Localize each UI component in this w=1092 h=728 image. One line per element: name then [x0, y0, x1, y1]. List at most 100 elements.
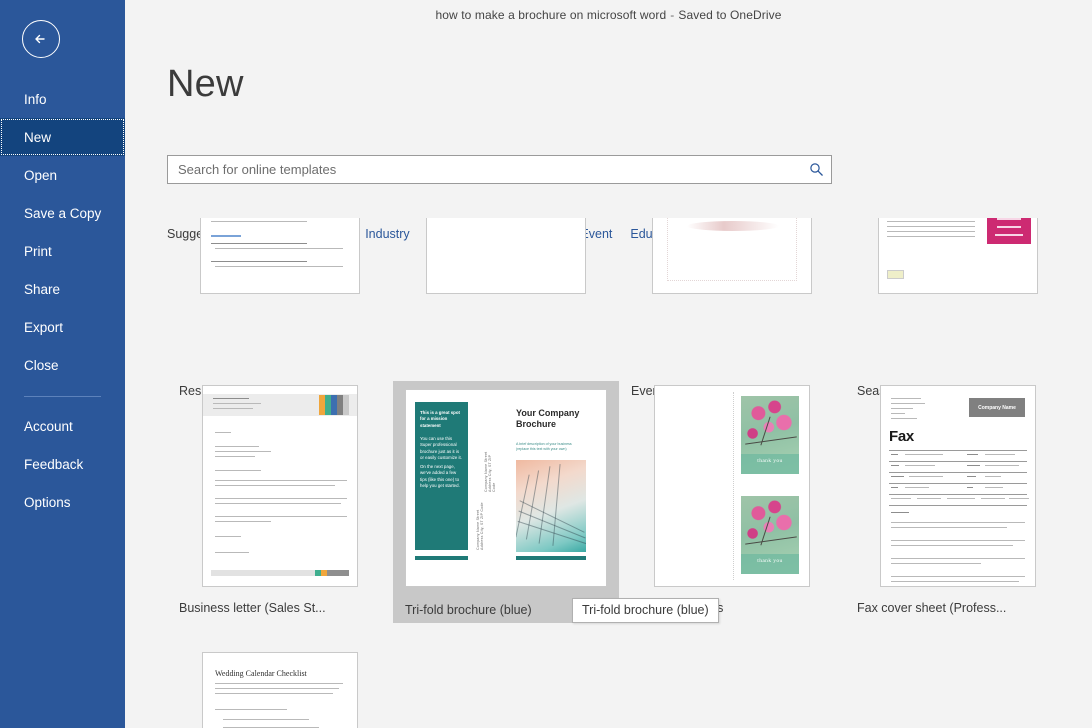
template-thumbnail	[652, 218, 812, 294]
sidebar-item-save-a-copy[interactable]: Save a Copy	[0, 194, 125, 232]
back-button[interactable]	[22, 20, 60, 58]
sidebar-item-print[interactable]: Print	[0, 232, 125, 270]
template-tile-seasonal-event-flyer[interactable]: TITLE HERE Event Description Heading	[845, 218, 1071, 402]
search-box	[167, 155, 832, 184]
sidebar-item-label: Close	[24, 358, 59, 373]
brochure-title: Your Company Brochure	[516, 408, 586, 429]
thumbnail-wrap	[401, 218, 611, 376]
template-cell: Wedding Calendar Checklist	[167, 648, 393, 728]
sidebar-item-new[interactable]: New	[0, 118, 125, 156]
search-row	[167, 155, 832, 184]
title-bar: how to make a brochure on microsoft word…	[125, 0, 1092, 30]
letterhead-color-bars	[319, 395, 349, 415]
sidebar-item-share[interactable]: Share	[0, 270, 125, 308]
sidebar-item-label: Export	[24, 320, 63, 335]
sidebar-item-account[interactable]: Account	[0, 407, 125, 445]
brochure-mission-text: This is a great spot for a mission state…	[420, 410, 464, 429]
save-status: Saved to OneDrive	[678, 8, 781, 22]
template-cell: Event menu (Simple de...	[619, 218, 845, 402]
template-tile-resume-color[interactable]: Resume (color)	[167, 218, 393, 402]
template-tile-cover-letter-blue[interactable]: Cover letter (blue)	[393, 218, 619, 402]
template-cell: This is a great spot for a mission state…	[393, 381, 619, 623]
fax-heading: Fax	[889, 428, 914, 445]
title-separator: -	[666, 8, 678, 22]
template-thumbnail: Wedding Calendar Checklist	[202, 652, 358, 728]
sidebar-item-label: Info	[24, 92, 47, 107]
back-arrow-icon	[31, 29, 51, 49]
new-pane: New Suggested searches: Business Industr…	[125, 30, 1092, 728]
template-row: Wedding Calendar Checklist	[167, 648, 1092, 728]
title-bar-text: how to make a brochure on microsoft word…	[436, 8, 782, 22]
brochure-photo	[516, 460, 586, 552]
template-gallery[interactable]: Resume (color) Cover letter (blue)	[167, 218, 1092, 728]
sidebar-item-feedback[interactable]: Feedback	[0, 445, 125, 483]
template-tooltip: Tri-fold brochure (blue)	[572, 598, 719, 623]
template-cell: thank you thank you	[619, 381, 845, 623]
template-row: Business letter (Sales St... This is a g…	[167, 381, 1092, 623]
brochure-photo-accent-bar	[516, 556, 586, 560]
sidebar-item-label: New	[24, 130, 51, 145]
template-thumbnail	[202, 385, 358, 587]
template-thumbnail: thank you thank you	[654, 385, 810, 587]
thank-you-caption: thank you	[741, 558, 799, 564]
brochure-body-text-2: On the next page, we've added a few tips…	[420, 464, 464, 490]
brochure-subtitle: A brief description of your business (re…	[516, 442, 584, 453]
template-thumbnail	[200, 218, 360, 294]
template-cell: Resume (color)	[167, 218, 393, 402]
thumbnail-wrap: TITLE HERE Event Description Heading	[853, 218, 1063, 376]
thumbnail-wrap: This is a great spot for a mission state…	[401, 385, 611, 593]
thumbnail-wrap	[175, 218, 385, 376]
thank-you-band: thank you	[741, 454, 799, 474]
backstage-menu: Info New Open Save a Copy Print Share Ex…	[0, 80, 125, 521]
search-icon	[809, 162, 824, 177]
backstage-sidebar: Info New Open Save a Copy Print Share Ex…	[0, 0, 125, 728]
thumbnail-wrap: thank you thank you	[627, 385, 837, 593]
sidebar-item-label: Open	[24, 168, 57, 183]
template-thumbnail: This is a great spot for a mission state…	[405, 389, 607, 587]
template-tile-event-menu[interactable]: Event menu (Simple de...	[619, 218, 845, 402]
brochure-body-text-1: You can use this Super professional broc…	[420, 436, 464, 462]
search-input[interactable]	[168, 156, 801, 183]
brochure-left-accent-bar	[415, 556, 468, 560]
template-tile-wedding-calendar-checklist[interactable]: Wedding Calendar Checklist	[167, 648, 393, 728]
thumbnail-wrap	[175, 385, 385, 593]
template-thumbnail: TITLE HERE Event Description Heading	[878, 218, 1038, 294]
thumbnail-wrap	[627, 218, 837, 376]
document-title: how to make a brochure on microsoft word	[436, 8, 667, 22]
brochure-vertical-text-1: Company Name Street Address City, ST ZIP…	[484, 446, 496, 492]
template-tile-business-letter[interactable]: Business letter (Sales St...	[167, 381, 393, 619]
sidebar-item-open[interactable]: Open	[0, 156, 125, 194]
fax-company-logo: Company Name	[969, 398, 1025, 417]
sidebar-item-info[interactable]: Info	[0, 80, 125, 118]
template-cell: Business letter (Sales St...	[167, 381, 393, 623]
page-title: New	[167, 63, 244, 106]
template-row: Resume (color) Cover letter (blue)	[167, 218, 1092, 402]
brochure-left-panel: This is a great spot for a mission state…	[415, 402, 468, 550]
template-thumbnail: Company Name Fax	[880, 385, 1036, 587]
template-cell: Company Name Fax	[845, 381, 1071, 623]
wedding-checklist-title: Wedding Calendar Checklist	[215, 669, 307, 678]
template-label-bar: Fax cover sheet (Profess...	[849, 593, 1067, 615]
template-thumbnail	[426, 218, 586, 294]
thank-you-card-bottom: thank you	[741, 496, 799, 574]
template-label: Fax cover sheet (Profess...	[849, 593, 1008, 615]
search-button[interactable]	[801, 156, 831, 183]
sidebar-item-label: Feedback	[24, 457, 83, 472]
sidebar-item-label: Options	[24, 495, 71, 510]
template-tile-tri-fold-brochure-blue[interactable]: This is a great spot for a mission state…	[393, 381, 619, 623]
thank-you-band: thank you	[741, 554, 799, 574]
template-label-bar: Business letter (Sales St...	[171, 593, 389, 615]
template-label: Business letter (Sales St...	[171, 593, 328, 615]
sidebar-item-label: Share	[24, 282, 60, 297]
thumbnail-wrap: Company Name Fax	[853, 385, 1063, 593]
sidebar-item-export[interactable]: Export	[0, 308, 125, 346]
sidebar-item-options[interactable]: Options	[0, 483, 125, 521]
template-label: Tri-fold brochure (blue)	[397, 595, 534, 617]
sidebar-item-label: Account	[24, 419, 73, 434]
template-tile-thank-you-cards[interactable]: thank you thank you	[619, 381, 845, 619]
flyer-badge	[887, 270, 904, 279]
sidebar-item-close[interactable]: Close	[0, 346, 125, 384]
template-cell: Cover letter (blue)	[393, 218, 619, 402]
word-backstage-new-screen: how to make a brochure on microsoft word…	[0, 0, 1092, 728]
template-tile-fax-cover-sheet[interactable]: Company Name Fax	[845, 381, 1071, 619]
